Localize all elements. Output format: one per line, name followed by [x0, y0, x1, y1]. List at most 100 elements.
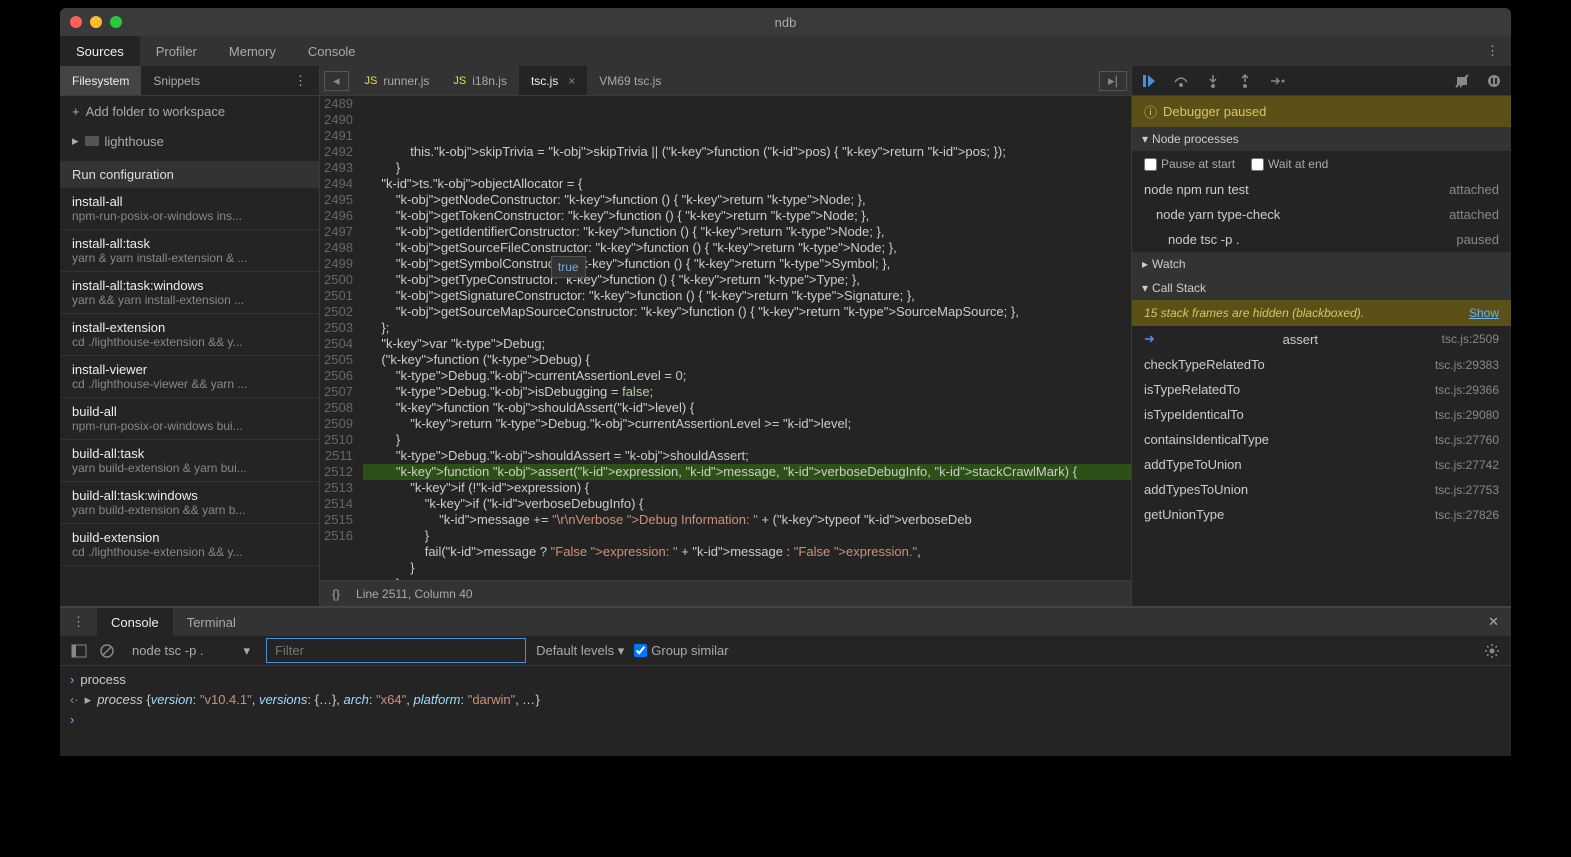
- expand-icon[interactable]: ▸: [85, 690, 92, 710]
- nav-forward-icon[interactable]: ▸|: [1099, 71, 1127, 91]
- minimize-window-button[interactable]: [90, 16, 102, 28]
- drawer-close-icon[interactable]: ✕: [1476, 614, 1511, 630]
- resume-button[interactable]: [1140, 72, 1158, 90]
- process-name: node tsc -p .: [1168, 232, 1240, 247]
- format-braces-icon[interactable]: {}: [332, 587, 340, 601]
- stack-frame[interactable]: getUnionTypetsc.js:27826: [1132, 502, 1511, 527]
- code-line: "k-obj">getSignatureConstructor: "k-key"…: [363, 288, 1131, 304]
- editor-tab-label: VM69 tsc.js: [599, 74, 661, 88]
- process-row[interactable]: node npm run testattached: [1132, 177, 1511, 202]
- log-levels-select[interactable]: Default levels ▾: [536, 643, 624, 659]
- drawer-menu-icon[interactable]: ⋮: [60, 614, 97, 630]
- center-panel: ◂ JS runner.js JSi18n.jstsc.js× VM69 tsc.js…: [320, 66, 1131, 606]
- tab-profiler[interactable]: Profiler: [140, 36, 213, 66]
- run-item[interactable]: install-viewercd ./lighthouse-viewer && …: [60, 356, 319, 398]
- run-item[interactable]: install-all:taskyarn & yarn install-exte…: [60, 230, 319, 272]
- js-file-icon: JS: [365, 75, 378, 87]
- info-icon: ⓘ: [1144, 102, 1157, 121]
- frame-function: checkTypeRelatedTo: [1144, 357, 1265, 372]
- add-folder-button[interactable]: + Add folder to workspace: [60, 96, 319, 127]
- run-configuration-header: Run configuration: [60, 161, 319, 188]
- run-item-desc: yarn build-extension && yarn b...: [72, 503, 307, 517]
- stack-frame[interactable]: addTypeToUniontsc.js:27742: [1132, 452, 1511, 477]
- tab-memory[interactable]: Memory: [213, 36, 292, 66]
- console-output[interactable]: › process ‹· ▸ process {version: "v10.4.…: [60, 666, 1511, 756]
- blackbox-show-link[interactable]: Show: [1469, 306, 1499, 320]
- frame-location: tsc.js:2509: [1442, 332, 1499, 346]
- node-processes-header[interactable]: ▾ Node processes: [1132, 127, 1511, 151]
- step-into-button[interactable]: [1204, 72, 1222, 90]
- nav-back-icon[interactable]: ◂: [324, 71, 349, 91]
- code-line: "k-key">function "k-obj">assert("k-id">e…: [363, 464, 1131, 480]
- console-settings-icon[interactable]: [1483, 642, 1501, 660]
- editor-tab[interactable]: JSi18n.js: [441, 66, 519, 95]
- run-item-desc: yarn build-extension & yarn bui...: [72, 461, 307, 475]
- editor-tab[interactable]: JS runner.js: [353, 66, 442, 95]
- maximize-window-button[interactable]: [110, 16, 122, 28]
- input-chevron-icon: ›: [70, 670, 74, 690]
- run-item-name: install-viewer: [72, 362, 307, 377]
- run-item-desc: cd ./lighthouse-extension && y...: [72, 335, 307, 349]
- process-row[interactable]: node yarn type-checkattached: [1132, 202, 1511, 227]
- editor-tab-label: runner.js: [383, 74, 429, 88]
- main-menu-icon[interactable]: ⋮: [1474, 43, 1511, 59]
- debug-toolbar: [1132, 66, 1511, 96]
- tab-console[interactable]: Console: [292, 36, 372, 66]
- step-button[interactable]: [1268, 72, 1286, 90]
- tab-sources[interactable]: Sources: [60, 36, 140, 66]
- run-item[interactable]: build-all:task:windowsyarn build-extensi…: [60, 482, 319, 524]
- sub-tab-filesystem[interactable]: Filesystem: [60, 66, 141, 95]
- drawer-tab-console[interactable]: Console: [97, 608, 173, 636]
- run-item[interactable]: install-extensioncd ./lighthouse-extensi…: [60, 314, 319, 356]
- run-item-desc: npm-run-posix-or-windows ins...: [72, 209, 307, 223]
- stack-frame[interactable]: containsIdenticalTypetsc.js:27760: [1132, 427, 1511, 452]
- code-line: this."k-obj">skipTrivia = "k-obj">skipTr…: [363, 144, 1131, 160]
- step-over-button[interactable]: [1172, 72, 1190, 90]
- clear-console-icon[interactable]: [98, 642, 116, 660]
- sub-tab-snippets[interactable]: Snippets: [141, 66, 212, 95]
- editor-tab-label: i18n.js: [472, 74, 507, 88]
- code-editor[interactable]: 2489249024912492249324942495249624972498…: [320, 96, 1131, 580]
- console-sidebar-toggle[interactable]: [70, 642, 88, 660]
- call-stack-header[interactable]: ▾ Call Stack: [1132, 276, 1511, 300]
- code-line: "k-id">message += "\r\nVerbose ">Debug I…: [363, 512, 1131, 528]
- frame-function: assert: [1283, 332, 1318, 347]
- tree-item-lighthouse[interactable]: ▸ lighthouse: [60, 127, 319, 155]
- stack-frame[interactable]: addTypesToUniontsc.js:27753: [1132, 477, 1511, 502]
- blackbox-message: 15 stack frames are hidden (blackboxed).…: [1132, 300, 1511, 326]
- watch-header[interactable]: ▸ Watch: [1132, 252, 1511, 276]
- run-item[interactable]: build-allnpm-run-posix-or-windows bui...: [60, 398, 319, 440]
- run-item[interactable]: install-allnpm-run-posix-or-windows ins.…: [60, 188, 319, 230]
- process-name: node npm run test: [1144, 182, 1249, 197]
- console-input-text: process: [80, 670, 126, 690]
- run-item[interactable]: build-all:taskyarn build-extension & yar…: [60, 440, 319, 482]
- process-row[interactable]: node tsc -p .paused: [1132, 227, 1511, 252]
- run-item[interactable]: build-extensioncd ./lighthouse-extension…: [60, 524, 319, 566]
- pause-on-exceptions-button[interactable]: [1485, 72, 1503, 90]
- debugger-paused-banner: ⓘ Debugger paused: [1132, 96, 1511, 127]
- console-filter-input[interactable]: [266, 638, 526, 663]
- stack-frame[interactable]: isTypeIdenticalTotsc.js:29080: [1132, 402, 1511, 427]
- drawer-tab-terminal[interactable]: Terminal: [173, 608, 250, 636]
- stack-frame[interactable]: checkTypeRelatedTotsc.js:29383: [1132, 352, 1511, 377]
- stack-frame[interactable]: isTypeRelatedTotsc.js:29366: [1132, 377, 1511, 402]
- deactivate-breakpoints-button[interactable]: [1453, 72, 1471, 90]
- frame-function: isTypeIdenticalTo: [1144, 407, 1244, 422]
- console-drawer: ⋮ Console Terminal ✕ node tsc -p .▾ Def: [60, 606, 1511, 756]
- pause-at-start-checkbox[interactable]: Pause at start: [1144, 157, 1235, 171]
- stack-frame[interactable]: assert tsc.js:2509: [1132, 326, 1511, 352]
- group-similar-checkbox[interactable]: Group similar: [634, 643, 728, 658]
- code-line: "k-obj">getIdentifierConstructor: "k-key…: [363, 224, 1131, 240]
- close-tab-icon[interactable]: ×: [568, 74, 575, 88]
- close-window-button[interactable]: [70, 16, 82, 28]
- wait-at-end-checkbox[interactable]: Wait at end: [1251, 157, 1328, 171]
- left-panel-menu-icon[interactable]: ⋮: [282, 73, 319, 89]
- frame-function: isTypeRelatedTo: [1144, 382, 1240, 397]
- run-item[interactable]: install-all:task:windowsyarn && yarn ins…: [60, 272, 319, 314]
- window-title: ndb: [775, 15, 797, 30]
- console-context-select[interactable]: node tsc -p .▾: [126, 643, 256, 659]
- chevron-down-icon: ▾: [1142, 132, 1148, 146]
- step-out-button[interactable]: [1236, 72, 1254, 90]
- editor-tab[interactable]: VM69 tsc.js: [587, 66, 673, 95]
- editor-tab[interactable]: tsc.js×: [519, 66, 587, 95]
